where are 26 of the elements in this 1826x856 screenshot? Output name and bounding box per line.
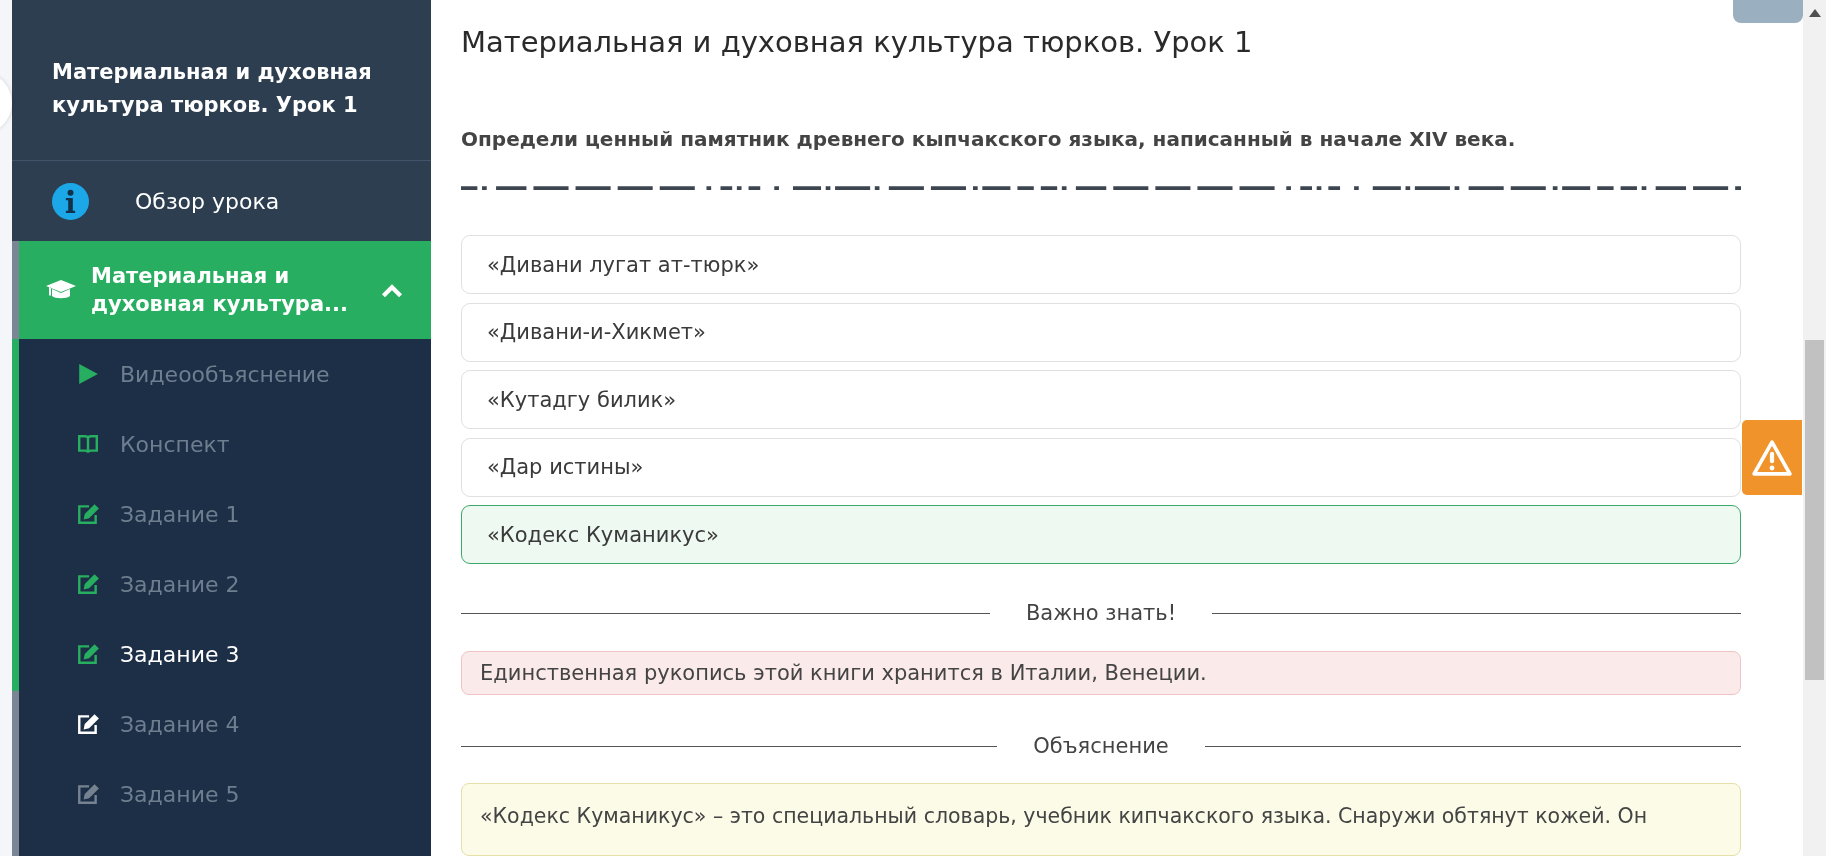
- section-label: Материальная и духовная культура...: [91, 263, 349, 318]
- answer-option[interactable]: «Дар истины»: [461, 437, 1741, 497]
- answer-option[interactable]: «Кутадгу билик»: [461, 370, 1741, 429]
- edit-icon: [76, 643, 100, 665]
- explanation-box: «Кодекс Куманикус» – это специальный словарь, учебник кипчакского языка. Снаружи обтянут кожей. Он: [461, 783, 1741, 856]
- note-alert: Единственная рукопись этой книги хранится в Италии, Венеции.: [461, 651, 1741, 695]
- edit-icon: [76, 783, 100, 805]
- info-icon: [52, 182, 89, 220]
- warning-icon: [1752, 439, 1792, 476]
- report-button[interactable]: [1742, 420, 1802, 495]
- edit-icon: [76, 573, 100, 595]
- scroll-up-icon: [1809, 9, 1821, 17]
- answer-option[interactable]: «Дивани-и-Хикмет»: [461, 302, 1741, 362]
- lesson-title: Материальная и духовная культура тюрков. Урок 1: [461, 24, 1254, 61]
- scrollbar-thumb[interactable]: [1805, 340, 1824, 680]
- overview-label: Обзор урока: [135, 188, 280, 214]
- lesson-item[interactable]: Задание 3: [19, 619, 330, 689]
- edit-icon: [76, 503, 100, 525]
- answer-option[interactable]: «Дивани лугат ат-тюрк»: [461, 235, 1741, 294]
- answer-option[interactable]: «Кодекс Куманикус»: [461, 505, 1741, 564]
- play-icon: [76, 363, 100, 385]
- edit-icon: [76, 713, 100, 735]
- scrollbar[interactable]: [1803, 0, 1826, 856]
- question-text: Определи ценный памятник древнего кыпчакского языка, написанный в начале XIV века.: [461, 127, 1517, 151]
- lesson-overview-item[interactable]: Обзор урока: [12, 161, 431, 241]
- book-icon: [76, 433, 100, 455]
